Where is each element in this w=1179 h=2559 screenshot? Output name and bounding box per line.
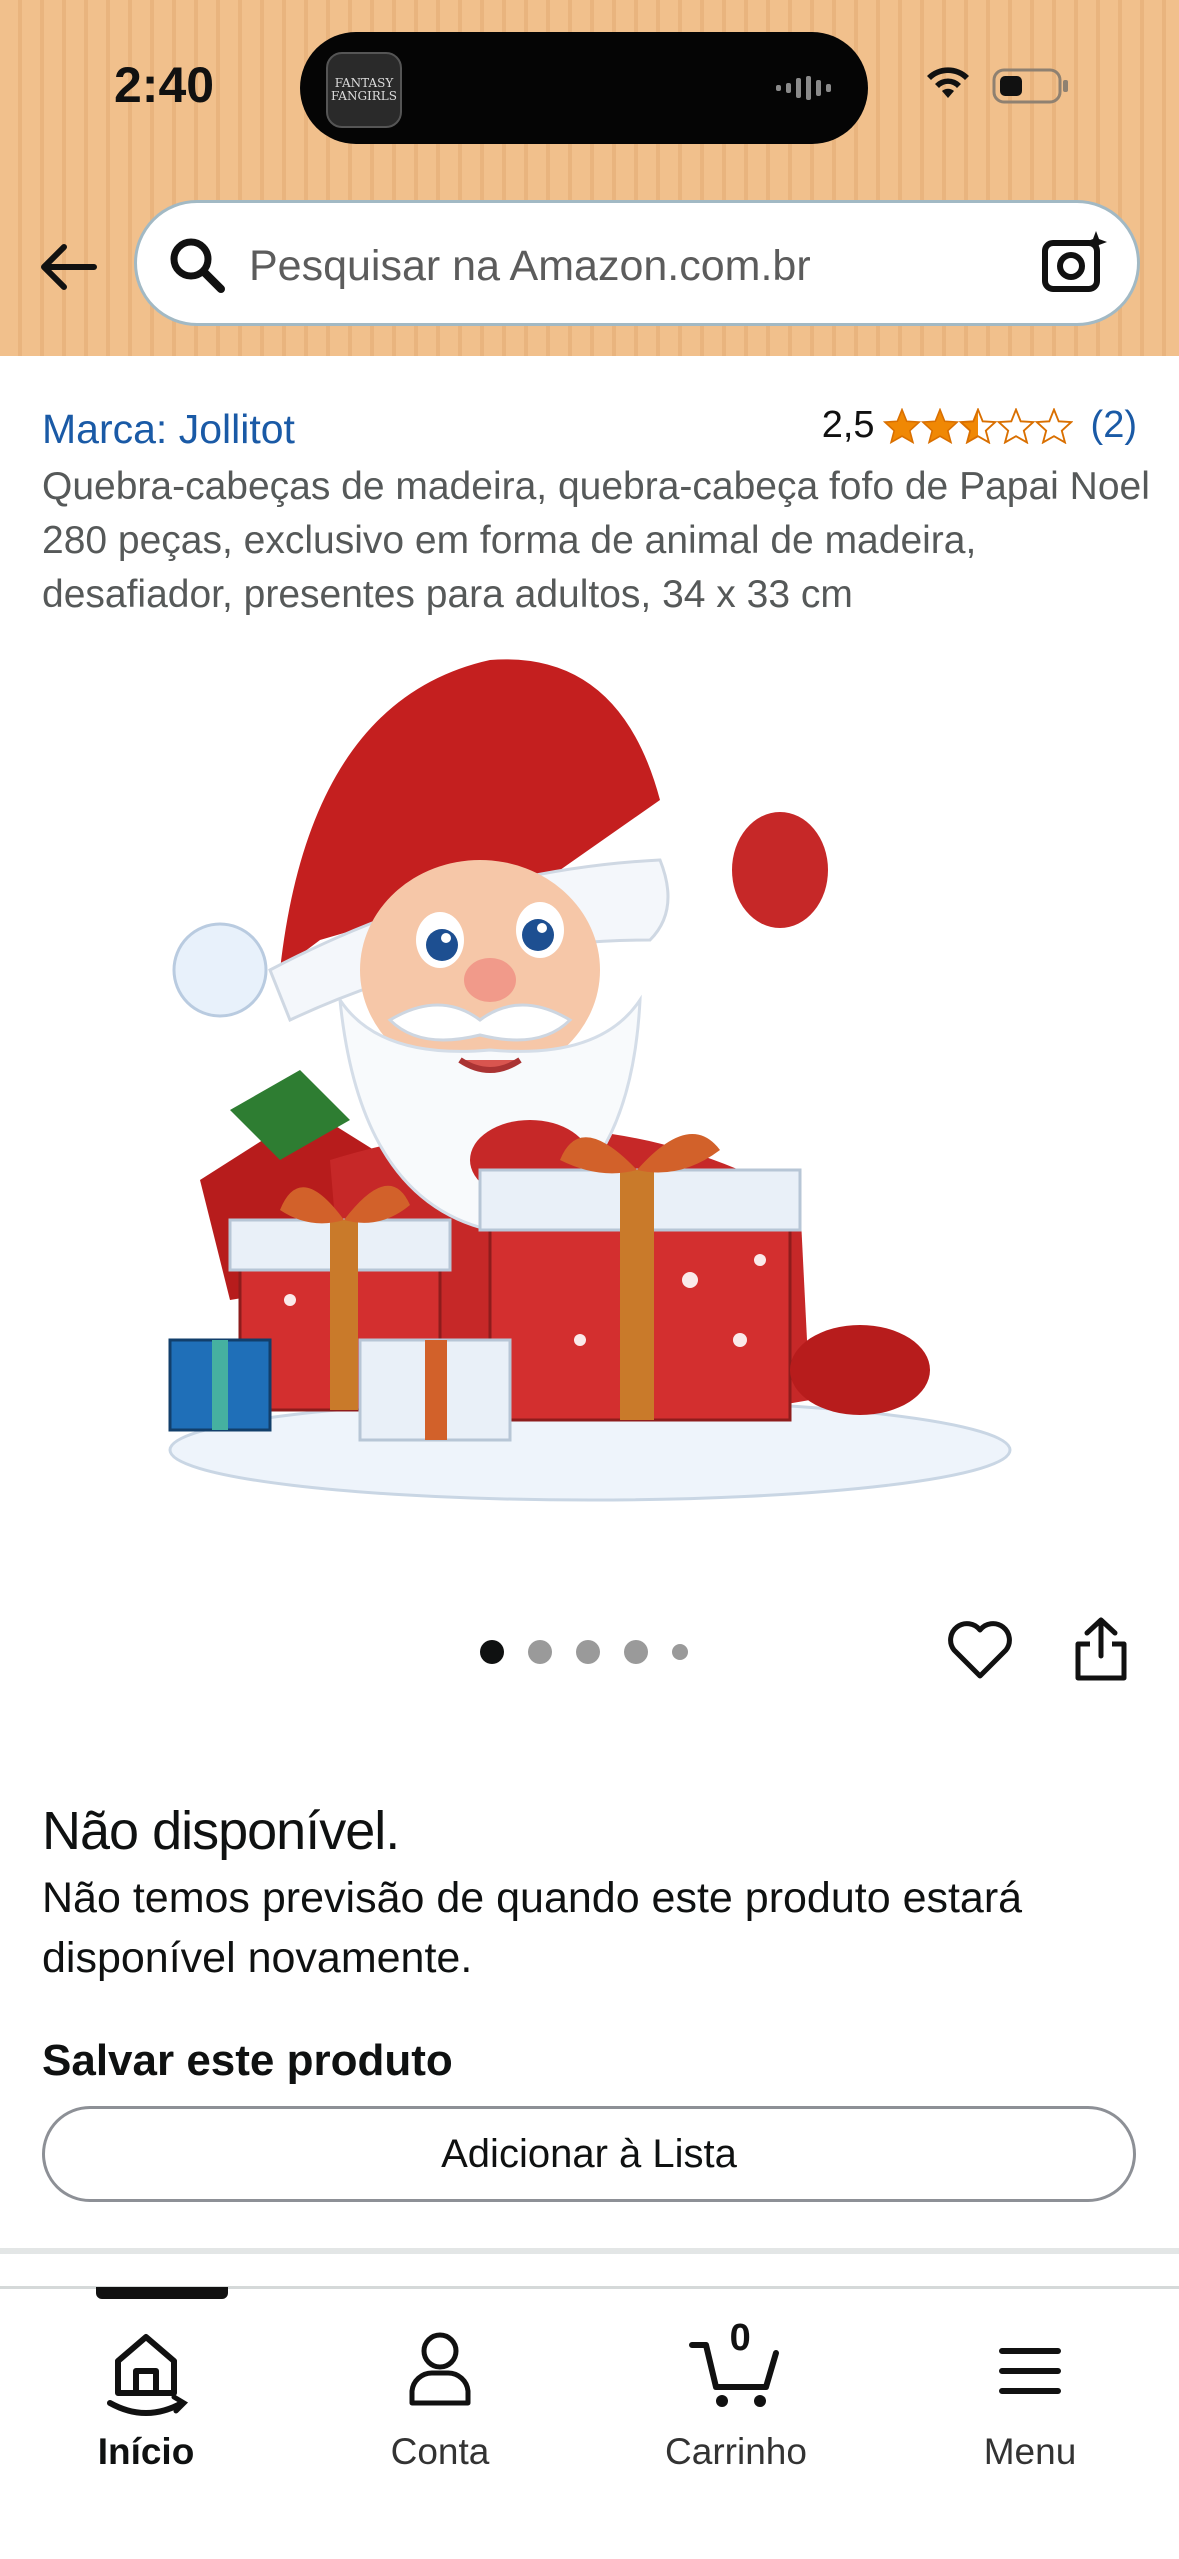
wishlist-heart-icon[interactable] [946, 1618, 1014, 1682]
availability-status: Não disponível. [42, 1801, 400, 1861]
image-pager[interactable] [480, 1640, 688, 1664]
account-icon [409, 2332, 471, 2406]
save-product-heading: Salvar este produto [42, 2036, 453, 2085]
rating-summary[interactable]: 2,5 (2) [822, 404, 1137, 447]
search-bar[interactable] [134, 200, 1140, 326]
rating-value: 2,5 [821, 404, 875, 446]
dynamic-island: FANTASY FANGIRLS [300, 32, 868, 144]
battery-icon [992, 68, 1068, 104]
back-arrow-icon[interactable] [36, 235, 100, 299]
cart-count-badge: 0 [729, 2317, 751, 2359]
nav-home[interactable]: Início [16, 2287, 276, 2489]
nav-menu[interactable]: Menu [900, 2289, 1160, 2489]
wifi-icon [927, 67, 969, 98]
share-icon[interactable] [1070, 1616, 1132, 1682]
star-empty-icon [996, 407, 1035, 444]
search-input[interactable] [247, 231, 1011, 301]
header: 2:40 FANTASY FANGIRLS [0, 0, 1179, 356]
product-title: Quebra-cabeças de madeira, quebra-cabeça… [42, 465, 1150, 616]
now-playing-app-icon[interactable]: FANTASY FANGIRLS [326, 52, 402, 128]
add-to-list-button[interactable]: Adicionar à Lista [42, 2106, 1136, 2202]
pager-dot[interactable] [672, 1644, 688, 1660]
section-divider [0, 2248, 1179, 2254]
star-empty-icon [1034, 407, 1073, 444]
home-icon [107, 2334, 189, 2416]
nav-account[interactable]: Conta [310, 2289, 570, 2489]
star-rating [882, 407, 1073, 444]
camera-search-icon[interactable] [1041, 229, 1109, 297]
menu-icon [999, 2348, 1061, 2394]
star-full-icon [920, 407, 959, 444]
active-tab-indicator [96, 2287, 228, 2299]
search-icon [170, 238, 225, 293]
bottom-navigation: Início Conta 0 Carrinho Menu [0, 2286, 1179, 2559]
nav-cart[interactable]: 0 Carrinho [606, 2289, 866, 2489]
brand-link[interactable]: Marca: Jollitot [42, 406, 295, 453]
nav-label: Conta [390, 2431, 490, 2472]
pager-dot-active[interactable] [480, 1640, 504, 1664]
rating-count-link[interactable]: (2) [1091, 404, 1137, 447]
pager-dot[interactable] [528, 1640, 552, 1664]
pager-dot[interactable] [624, 1640, 648, 1664]
pager-dot[interactable] [576, 1640, 600, 1664]
availability-description: Não temos previsão de quando este produt… [42, 1874, 1023, 1982]
nav-label: Início [97, 2431, 195, 2472]
star-full-icon [882, 407, 921, 444]
status-time: 2:40 [114, 57, 215, 113]
product-image[interactable] [160, 640, 1020, 1520]
nav-label: Menu [983, 2431, 1077, 2472]
star-half-icon [958, 407, 997, 444]
audio-wave-icon [776, 76, 831, 100]
nav-label: Carrinho [665, 2431, 807, 2472]
